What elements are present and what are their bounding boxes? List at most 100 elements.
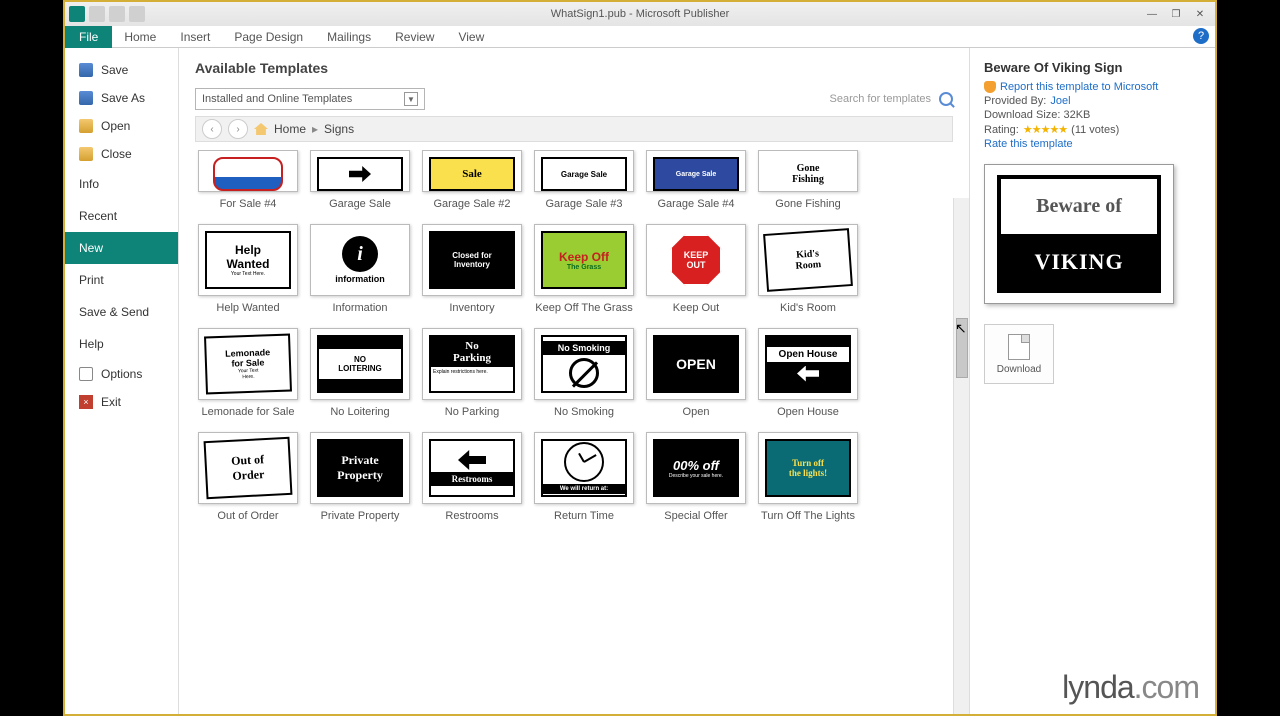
nav-back-button[interactable]: ‹ <box>202 119 222 139</box>
sidebar-label: Save <box>101 63 128 77</box>
app-window: WhatSign1.pub - Microsoft Publisher — ❐ … <box>63 0 1217 716</box>
open-icon <box>79 119 93 133</box>
download-size: Download Size: 32KB <box>984 109 1201 121</box>
template-gallery-panel: Available Templates Installed and Online… <box>179 48 969 714</box>
search-icon[interactable] <box>939 92 953 106</box>
sidebar-item-help[interactable]: Help <box>65 328 178 360</box>
tab-mailings[interactable]: Mailings <box>315 26 383 48</box>
template-item[interactable]: Turn off the lights!Turn Off The Lights <box>755 432 861 524</box>
sidebar-item-saveas[interactable]: Save As <box>65 84 178 112</box>
template-item[interactable]: Keep OffThe GrassKeep Off The Grass <box>531 224 637 316</box>
template-label: Help Wanted <box>216 302 279 316</box>
template-label: Open <box>683 406 710 420</box>
undo-qat-icon[interactable] <box>109 6 125 22</box>
redo-qat-icon[interactable] <box>129 6 145 22</box>
template-item[interactable]: Private PropertyPrivate Property <box>307 432 413 524</box>
template-item[interactable]: For Sale #4 <box>195 150 301 212</box>
report-template-link[interactable]: Report this template to Microsoft <box>1000 81 1158 93</box>
template-item[interactable]: Help WantedYour Text Here.Help Wanted <box>195 224 301 316</box>
sidebar-item-options[interactable]: Options <box>65 360 178 388</box>
nav-forward-button[interactable]: › <box>228 119 248 139</box>
sidebar-item-close[interactable]: Close <box>65 140 178 168</box>
template-label: Return Time <box>554 510 614 524</box>
restore-button[interactable]: ❐ <box>1167 7 1185 21</box>
clock-icon <box>564 442 604 482</box>
home-icon[interactable] <box>254 123 268 135</box>
template-item[interactable]: Open HouseOpen House <box>755 328 861 420</box>
minimize-button[interactable]: — <box>1143 7 1161 21</box>
user-icon <box>984 81 996 93</box>
template-item[interactable]: Garage Sale <box>307 150 413 212</box>
scrollbar[interactable] <box>953 198 969 714</box>
help-icon[interactable]: ? <box>1193 28 1209 44</box>
download-button[interactable]: Download <box>984 324 1054 384</box>
rate-template-link[interactable]: Rate this template <box>984 138 1201 150</box>
template-item[interactable]: RestroomsRestrooms <box>419 432 525 524</box>
template-item[interactable]: 00% offDescribe your sale here.Special O… <box>643 432 749 524</box>
template-item[interactable]: We will return at:Return Time <box>531 432 637 524</box>
preview-text-top: Beware of <box>1001 179 1157 234</box>
template-item[interactable]: SaleGarage Sale #2 <box>419 150 525 212</box>
sidebar-item-exit[interactable]: × Exit <box>65 388 178 416</box>
stop-sign-icon: KEEP OUT <box>670 234 722 286</box>
provider-link[interactable]: Joel <box>1050 95 1070 107</box>
arrow-left-icon <box>797 366 819 382</box>
tab-view[interactable]: View <box>446 26 496 48</box>
scrollbar-thumb[interactable] <box>956 318 968 378</box>
template-item[interactable]: NO LOITERINGNo Loitering <box>307 328 413 420</box>
template-label: Kid's Room <box>780 302 836 316</box>
window-title: WhatSign1.pub - Microsoft Publisher <box>65 8 1215 20</box>
arrow-left-icon <box>458 450 486 470</box>
template-item[interactable]: No SmokingNo Smoking <box>531 328 637 420</box>
tab-insert[interactable]: Insert <box>168 26 222 48</box>
template-detail-panel: Beware Of Viking Sign Report this templa… <box>969 48 1215 714</box>
template-item[interactable]: Kid's RoomKid's Room <box>755 224 861 316</box>
sidebar-label: Exit <box>101 395 121 409</box>
breadcrumb-home[interactable]: Home <box>274 122 306 136</box>
sidebar-item-recent[interactable]: Recent <box>65 200 178 232</box>
provided-label: Provided By: <box>984 95 1046 107</box>
tab-page-design[interactable]: Page Design <box>222 26 315 48</box>
template-item[interactable]: Garage SaleGarage Sale #3 <box>531 150 637 212</box>
template-item[interactable]: KEEP OUT Keep Out <box>643 224 749 316</box>
search-input[interactable]: Search for templates <box>830 93 932 105</box>
breadcrumb: ‹ › Home ▸ Signs <box>195 116 953 142</box>
publisher-icon <box>69 6 85 22</box>
template-item[interactable]: Out of OrderOut of Order <box>195 432 301 524</box>
exit-icon: × <box>79 395 93 409</box>
template-label: Lemonade for Sale <box>202 406 295 420</box>
template-item[interactable]: OPENOpen <box>643 328 749 420</box>
sidebar-item-print[interactable]: Print <box>65 264 178 296</box>
sidebar-item-open[interactable]: Open <box>65 112 178 140</box>
combo-value: Installed and Online Templates <box>202 93 352 105</box>
template-item[interactable]: No ParkingExplain restrictions here.No P… <box>419 328 525 420</box>
template-item[interactable]: Closed for InventoryInventory <box>419 224 525 316</box>
breadcrumb-signs[interactable]: Signs <box>324 122 354 136</box>
template-source-dropdown[interactable]: Installed and Online Templates ▼ <box>195 88 425 110</box>
sidebar-item-info[interactable]: Info <box>65 168 178 200</box>
template-label: Out of Order <box>217 510 278 524</box>
template-label: Garage Sale #2 <box>433 198 510 212</box>
template-label: Keep Out <box>673 302 719 316</box>
arrow-right-icon <box>349 166 371 182</box>
save-qat-icon[interactable] <box>89 6 105 22</box>
template-label: Gone Fishing <box>775 198 840 212</box>
sidebar-item-save[interactable]: Save <box>65 56 178 84</box>
sidebar-item-savesend[interactable]: Save & Send <box>65 296 178 328</box>
template-item[interactable]: Gone FishingGone Fishing <box>755 150 861 212</box>
tab-file[interactable]: File <box>65 26 112 48</box>
main-area: Save Save As Open Close Info Recent New … <box>65 48 1215 714</box>
template-gallery: For Sale #4 Garage Sale SaleGarage Sale … <box>195 150 953 524</box>
sidebar-item-new[interactable]: New <box>65 232 178 264</box>
tab-home[interactable]: Home <box>112 26 168 48</box>
template-item[interactable]: Garage SaleGarage Sale #4 <box>643 150 749 212</box>
template-item[interactable]: Lemonade for SaleYour Text Here.Lemonade… <box>195 328 301 420</box>
close-window-button[interactable]: ✕ <box>1191 7 1209 21</box>
tab-review[interactable]: Review <box>383 26 446 48</box>
saveas-icon <box>79 91 93 105</box>
save-icon <box>79 63 93 77</box>
vote-count: (11 votes) <box>1071 124 1119 136</box>
template-label: For Sale #4 <box>220 198 277 212</box>
detail-title: Beware Of Viking Sign <box>984 60 1201 75</box>
template-item[interactable]: iinformationInformation <box>307 224 413 316</box>
